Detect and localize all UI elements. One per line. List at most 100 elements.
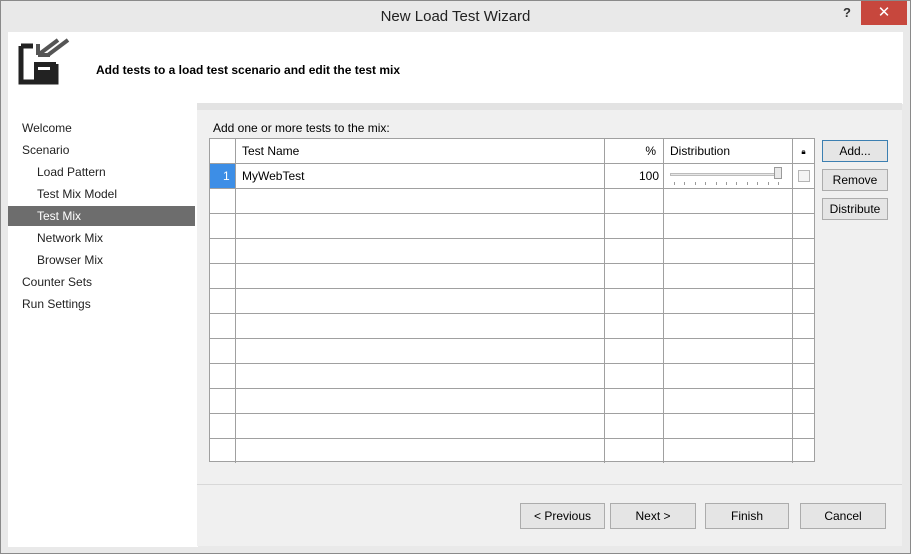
sidebar-item-test-mix[interactable]: Test Mix [8, 206, 195, 226]
slider-tick [715, 182, 717, 185]
empty-distribution-cell [664, 189, 793, 214]
empty-row-number[interactable] [210, 414, 236, 439]
column-header-test-name[interactable]: Test Name [236, 139, 605, 164]
sidebar-item-load-pattern[interactable]: Load Pattern [8, 162, 195, 182]
lock-checkbox-cell [793, 164, 814, 189]
row-number[interactable]: 1 [210, 164, 236, 189]
empty-percent-cell [605, 439, 664, 463]
wizard-sidebar: Welcome Scenario Load Pattern Test Mix M… [8, 104, 198, 547]
empty-row-number[interactable] [210, 239, 236, 264]
empty-row-number[interactable] [210, 314, 236, 339]
empty-lock-cell [793, 314, 814, 339]
grid-label: Add one or more tests to the mix: [213, 121, 390, 135]
empty-test-name-cell [236, 289, 605, 314]
empty-lock-cell [793, 289, 814, 314]
empty-distribution-cell [664, 289, 793, 314]
sidebar-item-test-mix-model[interactable]: Test Mix Model [8, 184, 195, 204]
empty-distribution-cell [664, 214, 793, 239]
empty-row-number[interactable] [210, 189, 236, 214]
slider-thumb[interactable] [774, 167, 782, 179]
empty-lock-cell [793, 364, 814, 389]
empty-percent-cell [605, 214, 664, 239]
empty-test-name-cell [236, 339, 605, 364]
close-button[interactable]: ✕ [861, 1, 907, 25]
empty-percent-cell [605, 314, 664, 339]
sidebar-item-browser-mix[interactable]: Browser Mix [8, 250, 195, 270]
test-name-cell[interactable]: MyWebTest [236, 164, 605, 189]
help-button[interactable]: ? [837, 5, 857, 25]
empty-percent-cell [605, 414, 664, 439]
empty-percent-cell [605, 189, 664, 214]
sidebar-item-run-settings[interactable]: Run Settings [8, 294, 195, 314]
empty-test-name-cell [236, 414, 605, 439]
empty-lock-cell [793, 439, 814, 463]
sidebar-item-network-mix[interactable]: Network Mix [8, 228, 195, 248]
percent-cell[interactable]: 100 [605, 164, 664, 189]
slider-tick [694, 182, 696, 185]
empty-row-number[interactable] [210, 439, 236, 463]
empty-test-name-cell [236, 314, 605, 339]
footer-separator [197, 484, 902, 485]
empty-test-name-cell [236, 189, 605, 214]
empty-test-name-cell [236, 239, 605, 264]
empty-distribution-cell [664, 364, 793, 389]
wizard-header: Add tests to a load test scenario and ed… [8, 32, 903, 104]
empty-test-name-cell [236, 214, 605, 239]
empty-distribution-cell [664, 264, 793, 289]
remove-button[interactable]: Remove [822, 169, 888, 191]
empty-percent-cell [605, 239, 664, 264]
slider-tick [746, 182, 748, 185]
lock-checkbox[interactable] [798, 170, 810, 182]
sidebar-item-counter-sets[interactable]: Counter Sets [8, 272, 195, 292]
empty-lock-cell [793, 264, 814, 289]
empty-row-number[interactable] [210, 289, 236, 314]
empty-lock-cell [793, 339, 814, 364]
column-header-percent[interactable]: % [605, 139, 664, 164]
sidebar-item-scenario[interactable]: Scenario [8, 140, 195, 160]
header-description: Add tests to a load test scenario and ed… [96, 63, 401, 77]
empty-distribution-cell [664, 414, 793, 439]
empty-distribution-cell [664, 339, 793, 364]
slider-tick [778, 182, 779, 185]
load-test-wizard-icon [14, 36, 74, 95]
test-mix-grid: Test Name % Distribution 🔒︎ 1 MyWebTest … [209, 138, 815, 463]
column-header-distribution[interactable]: Distribution [664, 139, 793, 164]
empty-row-number[interactable] [210, 364, 236, 389]
slider-tick [736, 182, 738, 185]
next-button[interactable]: Next > [610, 503, 696, 529]
empty-percent-cell [605, 339, 664, 364]
empty-test-name-cell [236, 439, 605, 463]
sidebar-item-welcome[interactable]: Welcome [8, 118, 195, 138]
slider-tick [705, 182, 707, 185]
slider-tick [726, 182, 727, 185]
column-header-lock: 🔒︎ [793, 139, 814, 164]
empty-lock-cell [793, 214, 814, 239]
previous-button[interactable]: < Previous [520, 503, 605, 529]
cancel-button[interactable]: Cancel [800, 503, 886, 529]
empty-percent-cell [605, 364, 664, 389]
empty-row-number[interactable] [210, 389, 236, 414]
empty-test-name-cell [236, 389, 605, 414]
empty-distribution-cell [664, 439, 793, 463]
slider-track [670, 173, 782, 176]
empty-distribution-cell [664, 314, 793, 339]
empty-row-number[interactable] [210, 214, 236, 239]
empty-lock-cell [793, 389, 814, 414]
empty-percent-cell [605, 389, 664, 414]
finish-button[interactable]: Finish [705, 503, 789, 529]
empty-lock-cell [793, 239, 814, 264]
empty-lock-cell [793, 189, 814, 214]
empty-percent-cell [605, 289, 664, 314]
empty-distribution-cell [664, 239, 793, 264]
empty-lock-cell [793, 414, 814, 439]
empty-row-number[interactable] [210, 339, 236, 364]
distribute-button[interactable]: Distribute [822, 198, 888, 220]
empty-row-number[interactable] [210, 264, 236, 289]
empty-test-name-cell [236, 364, 605, 389]
empty-percent-cell [605, 264, 664, 289]
slider-tick [684, 182, 686, 185]
distribution-slider[interactable] [664, 164, 793, 189]
empty-test-name-cell [236, 264, 605, 289]
add-button[interactable]: Add... [822, 140, 888, 162]
slider-tick [757, 182, 759, 185]
